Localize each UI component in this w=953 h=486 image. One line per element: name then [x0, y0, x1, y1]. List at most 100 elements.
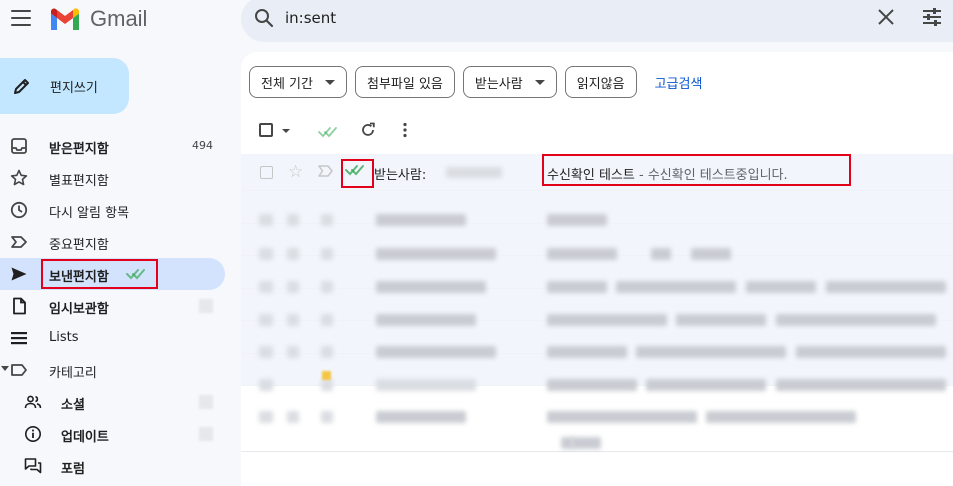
redacted-text-blur — [259, 314, 273, 326]
redacted-text-blur — [547, 346, 627, 358]
sidebar-item-important[interactable]: 중요편지함 — [0, 226, 225, 258]
double-check-icon[interactable] — [318, 126, 338, 138]
redacted-text-blur — [547, 214, 607, 226]
search-input[interactable]: in:sent — [285, 9, 336, 27]
redacted-text-blur — [376, 248, 496, 260]
highlight-box-sent — [41, 259, 158, 289]
sidebar-item-label: 포럼 — [61, 462, 85, 477]
sidebar-item-inbox[interactable]: 받은편지함 494 — [0, 130, 225, 162]
redacted-text-blur — [321, 411, 333, 423]
hamburger-menu-icon[interactable] — [11, 10, 31, 26]
gmail-app: Gmail in:sent 편지쓰기 받은편지함 494 별표편지함 다시 알림… — [0, 0, 953, 486]
sidebar-item-categories[interactable]: 카테고리 — [0, 354, 225, 386]
gmail-brand-text: Gmail — [90, 6, 148, 31]
redacted-text-blur — [259, 214, 273, 226]
redacted-text-blur — [287, 314, 299, 326]
lists-icon — [11, 332, 27, 345]
email-recipient: 받는사람: — [374, 164, 426, 183]
expand-arrow-icon[interactable] — [1, 366, 9, 371]
category-count-blurred — [199, 427, 213, 441]
sidebar-item-label: 중요편지함 — [49, 238, 109, 253]
sidebar-item-label: 다시 알림 항목 — [49, 206, 130, 221]
redacted-text-blur — [321, 248, 333, 260]
redacted-text-blur — [571, 437, 601, 449]
redacted-text-blur — [636, 346, 786, 358]
filter-chip-to[interactable]: 받는사람 — [462, 66, 557, 98]
star-icon[interactable]: ☆ — [288, 162, 303, 182]
redacted-text-blur — [321, 314, 333, 326]
chip-label: 전체 기간 — [261, 76, 313, 92]
redacted-text-blur — [376, 379, 476, 391]
redacted-text-blur — [321, 379, 333, 391]
sidebar-item-label: 업데이트 — [61, 430, 109, 445]
star-icon — [10, 169, 28, 186]
redacted-text-blur — [259, 346, 273, 358]
redacted-text-blur — [706, 411, 856, 423]
redacted-text-blur — [287, 281, 299, 293]
search-filter-chips: 전체 기간 첨부파일 있음 받는사람 읽지않음 고급검색 — [249, 66, 702, 98]
chip-label: 읽지않음 — [576, 76, 625, 92]
redacted-text-blur — [616, 281, 736, 293]
redacted-text-blur — [259, 411, 273, 423]
sidebar-item-starred[interactable]: 별표편지함 — [0, 162, 225, 194]
redacted-text-blur — [376, 281, 486, 293]
redacted-text-blur — [547, 411, 697, 423]
sidebar-item-forums[interactable]: 포럼 — [0, 450, 225, 482]
select-all-checkbox[interactable] — [259, 123, 273, 137]
sidebar-item-social[interactable]: 소셜 — [0, 386, 225, 418]
category-count-blurred — [199, 395, 213, 409]
recipient-blurred — [446, 167, 502, 178]
redacted-text-blur — [259, 281, 273, 293]
sidebar-item-snoozed[interactable]: 다시 알림 항목 — [0, 194, 225, 226]
highlight-box-subject — [542, 154, 851, 186]
sidebar-item-label: 임시보관함 — [49, 302, 109, 317]
search-options-icon[interactable] — [922, 8, 942, 26]
more-options-icon[interactable] — [402, 122, 408, 138]
draft-icon — [13, 297, 26, 315]
redacted-text-blur — [676, 314, 766, 326]
refresh-icon[interactable] — [360, 122, 376, 138]
redacted-text-blur — [547, 248, 617, 260]
filter-chip-date[interactable]: 전체 기간 — [249, 66, 347, 98]
clear-search-icon[interactable] — [877, 8, 895, 26]
advanced-search-link[interactable]: 고급검색 — [655, 73, 703, 92]
unread-count: 494 — [192, 139, 213, 152]
label-color-marker — [322, 371, 331, 380]
inbox-icon — [11, 138, 27, 154]
row-checkbox[interactable] — [260, 166, 273, 179]
important-marker-icon[interactable] — [318, 164, 334, 178]
filter-chip-unread[interactable]: 읽지않음 — [564, 66, 637, 98]
redacted-text-blur — [376, 411, 466, 423]
compose-label: 편지쓰기 — [50, 81, 98, 96]
sidebar-item-label: 별표편지함 — [49, 174, 109, 189]
info-icon — [25, 426, 41, 442]
search-icon[interactable] — [254, 8, 274, 28]
sidebar-item-lists[interactable]: Lists — [0, 322, 225, 354]
sidebar-item-label: 카테고리 — [49, 366, 97, 381]
email-list: ☆ 받는사람: 수신확인 테스트 - 수신확인 테스트중입니다. — [241, 154, 953, 452]
recipient-prefix: 받는사람: — [374, 168, 427, 183]
filter-chip-attachment[interactable]: 첨부파일 있음 — [354, 66, 455, 98]
sidebar-item-label: Lists — [49, 330, 79, 345]
select-dropdown-icon[interactable] — [282, 129, 290, 133]
gmail-logo-icon[interactable] — [49, 6, 81, 32]
important-icon — [11, 236, 27, 248]
redacted-text-blur — [547, 281, 607, 293]
redacted-text-blur — [646, 379, 766, 391]
search-bar[interactable]: in:sent — [241, 0, 953, 42]
sidebar-item-drafts[interactable]: 임시보관함 — [0, 290, 225, 322]
pencil-icon — [14, 79, 29, 94]
forum-icon — [24, 458, 42, 474]
redacted-text-blur — [651, 248, 671, 260]
redacted-text-blur — [287, 346, 299, 358]
sidebar-item-updates[interactable]: 업데이트 — [0, 418, 225, 450]
chevron-down-icon — [324, 79, 335, 85]
redacted-text-blur — [796, 346, 946, 358]
redacted-text-blur — [287, 411, 299, 423]
redacted-text-blur — [259, 248, 273, 260]
redacted-text-blur — [376, 214, 466, 226]
compose-button[interactable]: 편지쓰기 — [0, 58, 129, 114]
list-toolbar — [259, 120, 559, 142]
draft-count-blurred — [199, 299, 213, 313]
redacted-text-blur — [321, 214, 333, 226]
